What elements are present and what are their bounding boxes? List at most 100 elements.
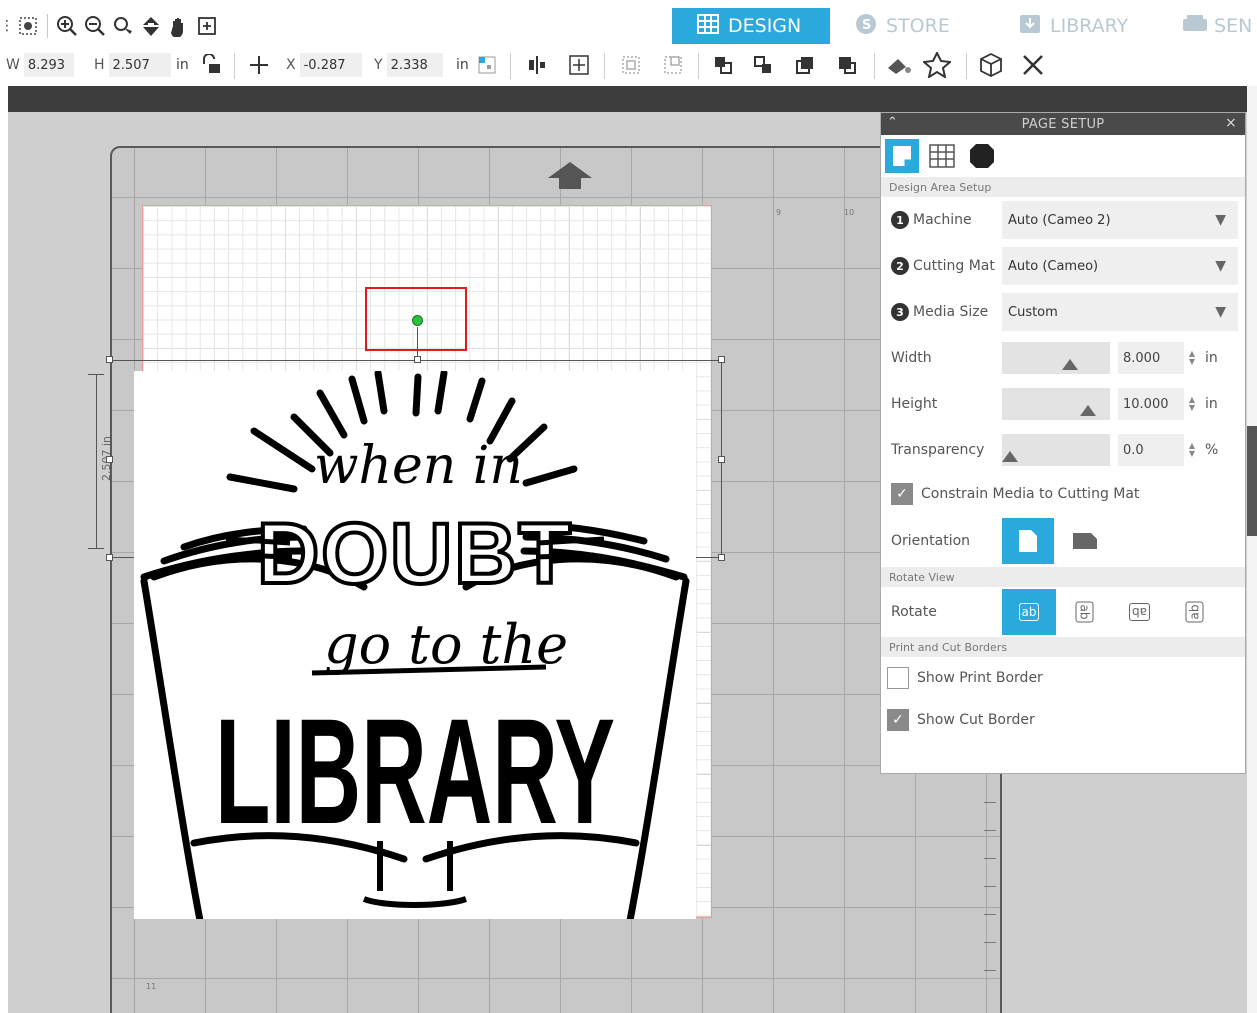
view-tools: ⋮ <box>0 8 221 44</box>
lock-aspect-icon[interactable] <box>198 44 224 86</box>
machine-select[interactable]: Auto (Cameo 2) ▼ <box>1002 201 1238 239</box>
ruler-tick <box>984 970 996 971</box>
height-input[interactable] <box>108 53 171 77</box>
chevron-down-icon: ▼ <box>1215 258 1226 274</box>
pan-down-icon[interactable] <box>137 11 165 41</box>
3d-box-icon[interactable] <box>976 44 1006 86</box>
divider <box>698 53 699 79</box>
scrollbar-thumb[interactable] <box>1247 426 1257 536</box>
artwork-line-4: LIBRARY <box>215 687 615 855</box>
close-icon[interactable]: × <box>1225 115 1237 131</box>
fit-page-icon[interactable] <box>193 11 221 41</box>
height-input[interactable]: 10.000 <box>1118 388 1184 420</box>
divider <box>510 53 511 79</box>
align-icon[interactable] <box>524 44 550 86</box>
constrain-checkbox[interactable]: ✓ <box>891 483 913 505</box>
portrait-button[interactable] <box>1002 518 1054 564</box>
rotate-180-button[interactable]: ab <box>1112 589 1166 635</box>
resize-handle[interactable] <box>106 456 113 463</box>
slider-thumb[interactable] <box>1002 451 1018 462</box>
slider-thumb[interactable] <box>1080 405 1096 416</box>
tab-grid[interactable] <box>925 139 959 173</box>
resize-handle[interactable] <box>718 456 725 463</box>
ungroup-icon[interactable] <box>660 44 686 86</box>
media-size-select-value: Custom <box>1008 304 1058 320</box>
tab-store[interactable]: S STORE <box>830 8 994 44</box>
rotate-90-icon: ab <box>1074 601 1093 623</box>
x-input[interactable] <box>299 53 362 77</box>
tab-background[interactable] <box>965 139 999 173</box>
media-size-label: 3 Media Size <box>891 303 988 321</box>
resize-handle[interactable] <box>106 554 113 561</box>
select-icon[interactable]: ⋮ <box>0 11 14 41</box>
rotate-row: Rotate ab ab ab ab <box>881 587 1245 637</box>
height-spinner[interactable]: ▲ ▼ <box>1187 396 1197 412</box>
zoom-drag-icon[interactable] <box>109 11 137 41</box>
cut-border-checkbox[interactable]: ✓ <box>887 709 909 731</box>
rotate-270-button[interactable]: ab <box>1167 589 1221 635</box>
zoom-in-icon[interactable] <box>53 11 81 41</box>
collapse-icon[interactable]: ⌃ <box>887 115 898 130</box>
cutting-mat-select[interactable]: Auto (Cameo) ▼ <box>1002 247 1238 285</box>
rotate-label: Rotate <box>891 604 937 620</box>
artwork-line-2: DOUBT <box>257 506 573 602</box>
send-to-back-icon[interactable] <box>834 44 860 86</box>
width-unit: in <box>1205 350 1218 366</box>
cutting-mat-label: 2 Cutting Mat <box>891 257 995 275</box>
print-border-checkbox[interactable] <box>887 667 909 689</box>
group-icon[interactable] <box>618 44 644 86</box>
rotate-0-button[interactable]: ab <box>1002 589 1056 635</box>
tab-design[interactable]: DESIGN <box>672 8 830 44</box>
zoom-out-icon[interactable] <box>81 11 109 41</box>
close-icon[interactable] <box>1018 44 1048 86</box>
section-design-area: Design Area Setup <box>881 177 1245 197</box>
rotate-90-button[interactable]: ab <box>1057 589 1111 635</box>
panel-header: ⌃ PAGE SETUP × <box>881 113 1245 135</box>
height-row: Height 10.000 ▲ ▼ in <box>881 381 1245 427</box>
center-page-icon[interactable] <box>566 44 592 86</box>
transparency-slider[interactable] <box>1002 434 1110 466</box>
send-backward-icon[interactable] <box>792 44 818 86</box>
bring-forward-icon[interactable] <box>750 44 776 86</box>
print-border-row: Show Print Border <box>881 657 1245 699</box>
point-edit-icon[interactable] <box>14 11 42 41</box>
rotate-180-icon: ab <box>1128 603 1150 621</box>
grid-icon <box>696 13 720 39</box>
top-toolbar: ⋮ DESIGN S STORE LIBRARY SEN <box>0 8 1257 44</box>
resize-handle[interactable] <box>414 356 421 363</box>
ruler-tick <box>984 886 996 887</box>
width-input[interactable]: 8.000 <box>1118 342 1184 374</box>
background-icon <box>970 144 994 168</box>
star-icon[interactable] <box>922 44 952 86</box>
move-icon[interactable] <box>246 44 272 86</box>
step-2-icon: 2 <box>891 257 909 275</box>
orientation-row: Orientation <box>881 515 1245 567</box>
tab-library-label: LIBRARY <box>1050 15 1129 37</box>
reference-point-icon[interactable] <box>474 44 500 86</box>
slider-thumb[interactable] <box>1062 359 1078 370</box>
height-slider[interactable] <box>1002 388 1110 420</box>
cutting-mat-label-text: Cutting Mat <box>913 258 995 274</box>
y-input[interactable] <box>386 53 443 77</box>
transparency-input[interactable]: 0.0 <box>1118 434 1184 466</box>
landscape-button[interactable] <box>1059 518 1111 564</box>
width-spinner[interactable]: ▲ ▼ <box>1187 350 1197 366</box>
rotation-handle-highlight <box>365 287 467 351</box>
tab-send[interactable]: SEN <box>1158 8 1252 44</box>
hand-icon[interactable] <box>165 11 193 41</box>
tab-page-setup[interactable] <box>885 139 919 173</box>
width-slider[interactable] <box>1002 342 1110 374</box>
resize-handle[interactable] <box>106 356 113 363</box>
cut-border-row: ✓ Show Cut Border <box>881 699 1245 741</box>
library-artwork[interactable]: when in DOUBT go to the LIBRARY <box>134 371 696 919</box>
transparency-spinner[interactable]: ▲ ▼ <box>1187 442 1197 458</box>
tab-library[interactable]: LIBRARY <box>994 8 1158 44</box>
resize-handle[interactable] <box>718 554 725 561</box>
panel-tabs <box>881 135 1245 177</box>
width-input[interactable] <box>23 53 74 77</box>
bring-to-front-icon[interactable] <box>710 44 736 86</box>
vertical-scrollbar[interactable] <box>1247 86 1257 1013</box>
media-size-select[interactable]: Custom ▼ <box>1002 293 1238 331</box>
resize-handle[interactable] <box>718 356 725 363</box>
fill-icon[interactable] <box>884 44 914 86</box>
